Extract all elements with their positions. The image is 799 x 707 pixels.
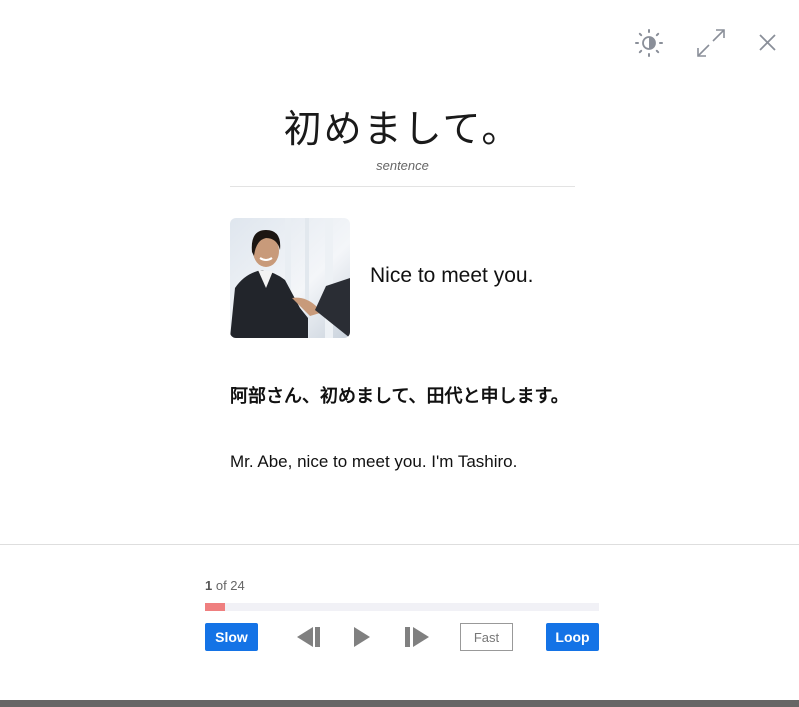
- total-count: of 24: [212, 578, 245, 593]
- card-counter: 1 of 24: [205, 578, 245, 593]
- example-sentence-en: Mr. Abe, nice to meet you. I'm Tashiro.: [230, 452, 518, 471]
- example-sentence-jp: 阿部さん、初めまして、田代と申します。: [230, 386, 569, 407]
- close-icon[interactable]: [752, 28, 782, 58]
- brightness-icon[interactable]: [634, 28, 664, 58]
- next-icon[interactable]: [403, 624, 431, 650]
- vocab-word: 初めまして。: [283, 107, 522, 151]
- progress-fill: [205, 603, 225, 611]
- part-of-speech: sentence: [376, 158, 429, 173]
- play-icon[interactable]: [348, 624, 376, 650]
- loop-button[interactable]: Loop: [546, 623, 599, 651]
- divider: [230, 186, 575, 187]
- card-photo: [230, 218, 350, 338]
- previous-icon[interactable]: [295, 624, 323, 650]
- footer-divider: [0, 544, 799, 545]
- slow-button[interactable]: Slow: [205, 623, 258, 651]
- fast-button[interactable]: Fast: [460, 623, 513, 651]
- progress-bar[interactable]: [205, 603, 599, 611]
- bottom-bar: [0, 700, 799, 707]
- meaning-text: Nice to meet you.: [370, 264, 534, 287]
- expand-icon[interactable]: [696, 28, 726, 58]
